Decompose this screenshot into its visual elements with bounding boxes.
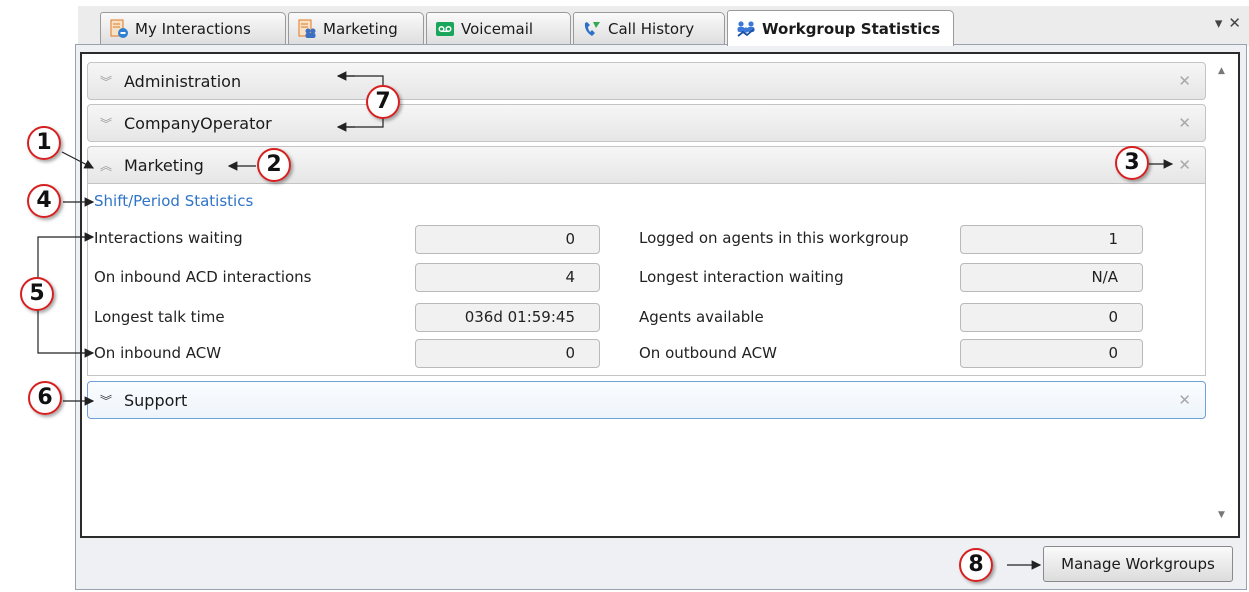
group-name: Marketing: [124, 155, 204, 175]
manage-workgroups-button[interactable]: Manage Workgroups: [1043, 546, 1233, 582]
scroll-down-arrow-icon[interactable]: ▼: [1218, 510, 1225, 520]
tab-call-history[interactable]: Call History: [573, 12, 725, 44]
callout-8: 8: [959, 548, 993, 582]
stat-value: 036d 01:59:45: [415, 303, 600, 332]
callout-6: 6: [28, 381, 62, 415]
close-icon[interactable]: ✕: [1178, 114, 1191, 132]
stat-label: Logged on agents in this workgroup: [639, 229, 909, 247]
tab-label: Workgroup Statistics: [762, 19, 941, 38]
tab-label: My Interactions: [135, 19, 251, 38]
shift-period-statistics-link[interactable]: Shift/Period Statistics: [94, 192, 253, 210]
callout-7: 7: [366, 85, 400, 119]
expand-chevron-icon[interactable]: ︾: [88, 115, 124, 132]
stat-value: 0: [415, 339, 600, 368]
vertical-scrollbar[interactable]: ▲ ▼: [1208, 54, 1238, 534]
stat-label: Interactions waiting: [94, 229, 243, 247]
stat-value: 0: [960, 303, 1143, 332]
tab-workgroup-statistics[interactable]: Workgroup Statistics: [727, 10, 954, 46]
stat-label: Longest talk time: [94, 308, 225, 326]
callout-5: 5: [20, 277, 54, 311]
stat-label: On outbound ACW: [639, 344, 777, 362]
workgroup-queue-icon: [298, 19, 316, 38]
callout-3: 3: [1115, 146, 1149, 180]
group-name: Support: [124, 390, 188, 410]
callout-2: 2: [257, 148, 291, 182]
stat-value: 4: [415, 263, 600, 292]
stat-value: N/A: [960, 263, 1143, 292]
tab-label: Marketing: [323, 19, 398, 38]
group-name: Administration: [124, 71, 242, 91]
collapse-chevron-icon[interactable]: ︽: [88, 157, 124, 174]
call-history-icon: [584, 21, 600, 36]
stat-value: 0: [960, 339, 1143, 368]
expand-chevron-icon[interactable]: ︾: [88, 73, 124, 90]
workgroup-statistics-icon: [737, 20, 755, 37]
group-header-marketing[interactable]: ︽ Marketing ✕: [87, 146, 1206, 184]
close-icon[interactable]: ✕: [1178, 156, 1191, 174]
close-icon[interactable]: ✕: [1178, 72, 1191, 90]
interactions-icon: [110, 19, 128, 38]
group-header-support[interactable]: ︾ Support ✕: [87, 381, 1206, 419]
voicemail-icon: [436, 21, 454, 36]
tab-voicemail[interactable]: Voicemail: [426, 12, 571, 44]
close-icon[interactable]: ✕: [1228, 14, 1241, 32]
stat-label: Agents available: [639, 308, 764, 326]
tab-label: Voicemail: [461, 19, 534, 38]
stat-label: Longest interaction waiting: [639, 268, 844, 286]
group-header-companyoperator[interactable]: ︾ CompanyOperator ✕: [87, 104, 1206, 142]
callout-4: 4: [27, 184, 61, 218]
expand-chevron-icon[interactable]: ︾: [88, 392, 124, 409]
tab-marketing[interactable]: Marketing: [288, 12, 424, 44]
group-name: CompanyOperator: [124, 113, 272, 133]
callout-1: 1: [27, 126, 61, 160]
chevron-down-icon[interactable]: ▾: [1215, 14, 1223, 32]
stat-value: 0: [415, 225, 600, 254]
tab-label: Call History: [608, 19, 695, 38]
stat-label: On inbound ACW: [94, 344, 222, 362]
stat-value: 1: [960, 225, 1143, 254]
scroll-up-arrow-icon[interactable]: ▲: [1218, 66, 1225, 76]
tab-my-interactions[interactable]: My Interactions: [100, 12, 286, 44]
close-icon[interactable]: ✕: [1178, 391, 1191, 409]
group-header-administration[interactable]: ︾ Administration ✕: [87, 62, 1206, 100]
stat-label: On inbound ACD interactions: [94, 268, 312, 286]
tab-tools: ▾ ✕: [1215, 14, 1241, 32]
